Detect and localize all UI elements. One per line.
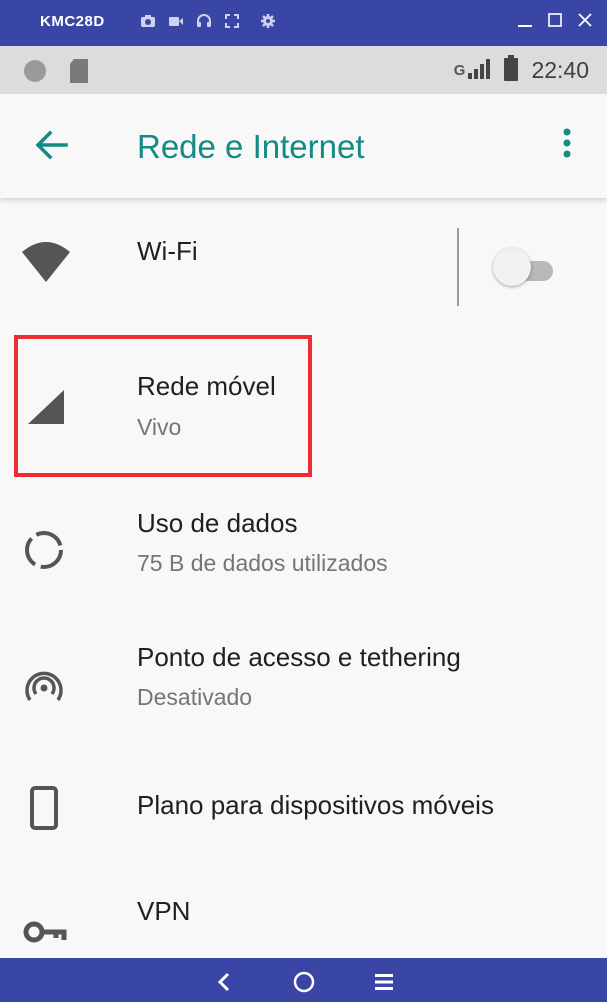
close-icon[interactable]	[577, 12, 593, 28]
network-type: G	[453, 62, 466, 79]
list-item-title: Uso de dados	[137, 508, 298, 538]
phone-icon	[20, 786, 72, 838]
maximize-icon[interactable]	[547, 12, 563, 28]
video-icon[interactable]	[168, 13, 184, 29]
home-nav-button[interactable]	[290, 968, 318, 996]
emulator-title: KMC28D	[40, 13, 105, 30]
overflow-menu-button[interactable]	[552, 124, 582, 168]
status-right: G 22:40	[454, 55, 589, 86]
home-nav-icon	[293, 971, 315, 993]
notification-dot-icon	[22, 58, 48, 89]
list-item-subtitle: Desativado	[137, 684, 253, 710]
list-item-subtitle: 75 B de dados utilizados	[137, 550, 388, 576]
toggle-thumb	[493, 248, 531, 286]
status-bar: G 22:40	[0, 46, 607, 94]
app-bar: Rede e Internet	[0, 94, 607, 198]
status-left	[22, 58, 90, 89]
window-controls	[517, 12, 593, 28]
list-item-vpn[interactable]: VPN	[0, 878, 607, 958]
emulator-title-bar: KMC28D	[0, 0, 607, 46]
list-item-data-usage[interactable]: Uso de dados 75 B de dados utilizados	[0, 470, 607, 606]
list-item-title: Wi-Fi	[137, 236, 198, 266]
back-nav-icon	[217, 972, 230, 992]
settings-icon[interactable]	[260, 13, 276, 29]
minimize-icon[interactable]	[517, 12, 533, 28]
sd-card-icon	[68, 58, 90, 89]
emulator-toolbar	[140, 13, 276, 29]
list-item-title: Plano para dispositivos móveis	[137, 790, 494, 820]
list-item-title: VPN	[137, 896, 191, 926]
back-nav-button[interactable]	[210, 968, 238, 996]
menu-nav-icon	[375, 974, 393, 990]
list-item-title: Ponto de acesso e tethering	[137, 642, 461, 672]
battery-icon	[503, 55, 519, 86]
wifi-icon	[20, 236, 72, 288]
arrow-back-icon	[35, 130, 68, 160]
camera-icon[interactable]	[140, 13, 156, 29]
headset-icon[interactable]	[196, 13, 212, 29]
data-usage-icon	[20, 526, 72, 578]
wifi-toggle[interactable]	[493, 248, 555, 286]
more-vert-icon	[563, 128, 571, 158]
list-item-mobile-plan[interactable]: Plano para dispositivos móveis	[0, 742, 607, 852]
back-button[interactable]	[30, 124, 74, 168]
signal-icon	[467, 57, 491, 84]
fullscreen-icon[interactable]	[224, 13, 240, 29]
list-item-hotspot[interactable]: Ponto de acesso e tethering Desativado	[0, 606, 607, 742]
navigation-bar	[0, 958, 607, 1002]
divider	[457, 228, 459, 306]
highlight-box	[14, 335, 312, 477]
vpn-key-icon	[20, 912, 72, 958]
page-title: Rede e Internet	[137, 128, 365, 165]
menu-nav-button[interactable]	[370, 968, 398, 996]
status-time: 22:40	[531, 57, 589, 83]
hotspot-icon	[20, 664, 72, 716]
list-item-wifi[interactable]: Wi-Fi	[0, 198, 607, 334]
android-screen: G 22:40 Rede e Internet Wi-Fi Rede móvel…	[0, 46, 607, 958]
